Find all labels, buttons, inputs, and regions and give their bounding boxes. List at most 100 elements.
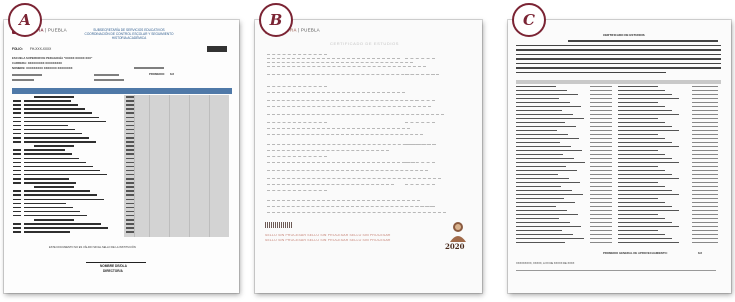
row-subject — [24, 214, 87, 217]
row-subject-right — [618, 194, 679, 196]
faint-value — [405, 184, 435, 186]
faint-line — [267, 66, 426, 68]
row-grade-left — [590, 242, 612, 244]
row-subject-right — [618, 90, 665, 92]
row-subject-left — [516, 230, 562, 232]
row-subject-right — [618, 158, 672, 160]
row-grade-right — [692, 94, 718, 96]
row-grade-left — [590, 166, 612, 168]
faint-value — [405, 206, 435, 208]
faint-value — [405, 74, 435, 76]
row-subject — [24, 104, 78, 106]
row-subject-right — [618, 202, 665, 204]
row-code — [13, 153, 21, 155]
row-code — [34, 145, 74, 147]
grid-line — [149, 95, 150, 237]
row-subject-right — [618, 198, 658, 200]
row-subject-right — [618, 226, 679, 228]
faint-line — [267, 128, 410, 130]
row-grade-right — [692, 122, 718, 124]
row-grade-right — [692, 118, 718, 120]
row-grade — [126, 153, 134, 155]
row-grade-left — [590, 170, 612, 172]
school-name: ESCUELA SUPERIOR DE PEDAGOGÍA "XXXXX XXX… — [12, 56, 93, 60]
row-grade-right — [692, 194, 718, 196]
row-code — [13, 173, 21, 176]
row-subject — [24, 132, 82, 135]
row-grade-left — [590, 174, 612, 176]
row-grade-left — [590, 178, 612, 180]
row-subject-right — [618, 190, 672, 192]
row-grade-left — [590, 86, 612, 88]
row-grade-left — [590, 214, 612, 216]
row-subject — [24, 190, 90, 192]
row-grade — [126, 120, 134, 123]
row-grade — [126, 104, 134, 106]
row-subject-right — [618, 146, 679, 148]
row-grade — [126, 116, 134, 118]
row-grade — [126, 173, 134, 176]
row-code — [13, 137, 21, 139]
row-subject-left — [516, 186, 561, 188]
row-grade-right — [692, 114, 718, 116]
row-code — [13, 100, 21, 102]
row-grade-right — [692, 230, 718, 232]
row-grade — [126, 157, 134, 159]
intro-line — [516, 58, 721, 60]
intro-line — [516, 44, 721, 46]
faint-line — [267, 156, 327, 158]
badge-c: C — [512, 3, 546, 37]
row-grade — [126, 231, 134, 233]
row-subject-right — [618, 186, 665, 188]
row-subject — [24, 157, 79, 159]
row-subject-right — [618, 102, 658, 104]
row-subject — [24, 198, 104, 200]
row-subject-right — [618, 150, 658, 152]
row-code — [34, 186, 74, 188]
row-subject-left — [516, 158, 574, 160]
row-subject — [24, 206, 73, 209]
row-grade — [126, 178, 134, 180]
header-block: SUBSECRETARÍA DE SERVICIOS EDUCATIVOS CO… — [84, 28, 174, 40]
row-code — [13, 178, 21, 180]
row-grade-right — [692, 238, 718, 240]
row-subject-left — [516, 142, 560, 144]
row-subject-right — [618, 154, 665, 156]
faint-value — [405, 122, 435, 124]
row-subject-right — [618, 118, 658, 120]
row-subject — [24, 137, 89, 139]
faint-line — [267, 212, 446, 214]
row-grade-right — [692, 166, 718, 168]
row-grade-right — [692, 162, 718, 164]
row-grade — [126, 108, 134, 110]
row-subject-right — [618, 178, 679, 180]
faint-line — [267, 58, 400, 60]
row-subject-right — [618, 162, 679, 164]
row-grade-right — [692, 174, 718, 176]
row-subject-right — [618, 142, 672, 144]
row-grade — [126, 210, 134, 213]
row-grade — [126, 124, 134, 127]
row-grade-right — [692, 134, 718, 136]
row-code — [13, 227, 21, 229]
row-subject-right — [618, 106, 665, 108]
field-bar — [94, 74, 119, 76]
row-grade-right — [692, 182, 718, 184]
row-grade-right — [692, 198, 718, 200]
intro-line — [516, 67, 721, 69]
row-subject-left — [516, 214, 578, 216]
row-grade-right — [692, 106, 718, 108]
row-subject-right — [618, 174, 672, 176]
row-grade-left — [590, 158, 612, 160]
row-subject-left — [516, 106, 581, 108]
row-grade-right — [692, 206, 718, 208]
row-grade — [126, 227, 134, 229]
row-code — [13, 124, 21, 127]
student-name: NOMBRE: XXXXXXXXX XXXXXXX XXXXXXXX — [12, 66, 73, 70]
row-grade-right — [692, 218, 718, 220]
row-subject-left — [516, 150, 582, 152]
row-grade-left — [590, 230, 612, 232]
row-grade-right — [692, 110, 718, 112]
row-grade-left — [590, 206, 612, 208]
field-bar — [134, 67, 164, 69]
